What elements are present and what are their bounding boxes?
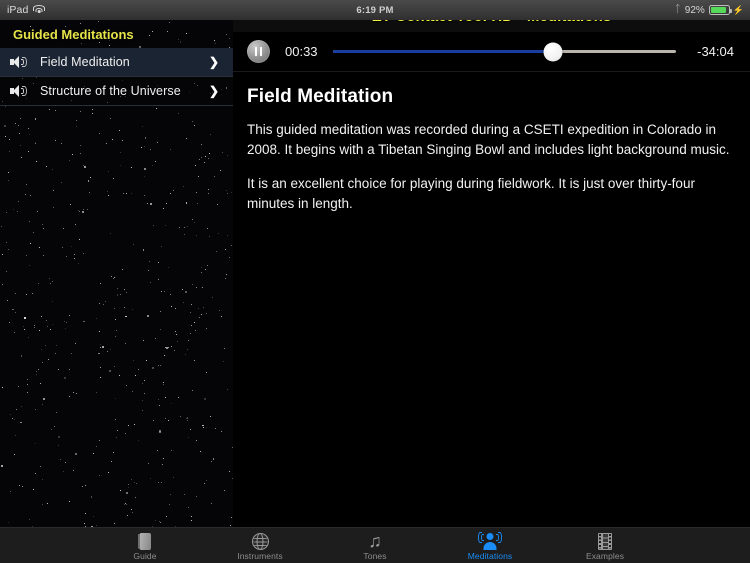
bluetooth-icon: ᛏ: [674, 4, 681, 15]
device-label: iPad: [7, 4, 29, 16]
progress-slider[interactable]: [333, 42, 676, 62]
sidebar: Guided Meditations Field Meditation ❯ St…: [0, 20, 233, 527]
battery-icon: [708, 5, 732, 15]
status-bar-clock: 6:19 PM: [356, 4, 394, 16]
meditation-list: Field Meditation ❯ Structure of the Univ…: [0, 48, 233, 106]
tab-tones[interactable]: ♫ Tones: [341, 530, 409, 561]
tab-instruments[interactable]: Instruments: [226, 530, 294, 561]
tab-label: Meditations: [467, 551, 513, 561]
app-window: iPad 6:19 PM ᛏ 92% ⚡ ET Contact Tool HD …: [0, 0, 750, 563]
tab-bar: Guide Instruments ♫ Tones Meditations Ex…: [0, 527, 750, 563]
tab-label: Tones: [363, 551, 387, 561]
speaker-icon: [10, 55, 30, 70]
book-icon: [138, 530, 152, 550]
pause-button[interactable]: [247, 40, 270, 63]
progress-fill: [333, 50, 553, 53]
sidebar-header: Guided Meditations: [13, 26, 134, 42]
chevron-right-icon: ❯: [208, 84, 219, 98]
meditation-description: Field Meditation This guided meditation …: [233, 72, 750, 213]
person-sound-waves-icon: [478, 530, 502, 550]
status-bar-left: iPad: [0, 4, 200, 16]
wifi-icon: [33, 5, 46, 15]
audio-player-bar: 00:33 -34:04: [233, 32, 750, 72]
charging-bolt-icon: ⚡: [732, 4, 744, 15]
article-paragraph-1: This guided meditation was recorded duri…: [247, 122, 730, 157]
sidebar-item-structure-of-the-universe[interactable]: Structure of the Universe ❯: [0, 77, 233, 106]
globe-radar-icon: [251, 530, 269, 550]
battery-percent-label: 92%: [684, 4, 705, 16]
tab-label: Examples: [585, 551, 625, 561]
article-heading: Field Meditation: [247, 86, 394, 107]
sidebar-item-label: Structure of the Universe: [40, 84, 181, 98]
tab-guide[interactable]: Guide: [111, 530, 179, 561]
chevron-right-icon: ❯: [208, 55, 219, 69]
status-bar-right: ᛏ 92% ⚡: [550, 5, 750, 16]
progress-track[interactable]: [333, 42, 676, 61]
music-note-icon: ♫: [368, 531, 382, 551]
sidebar-item-label: Field Meditation: [40, 55, 130, 69]
tab-examples[interactable]: Examples: [571, 530, 639, 561]
tab-meditations[interactable]: Meditations: [456, 530, 524, 561]
film-strip-icon: [598, 530, 612, 550]
status-bar: iPad 6:19 PM ᛏ 92% ⚡: [0, 0, 750, 20]
content-panel: 00:33 -34:04 Field Meditation This guide…: [233, 32, 750, 527]
progress-thumb[interactable]: [543, 42, 563, 61]
article-paragraph-2: It is an excellent choice for playing du…: [247, 176, 695, 211]
speaker-icon: [10, 84, 30, 99]
tab-label: Guide: [133, 551, 157, 561]
remaining-time-label: -34:04: [697, 44, 734, 59]
sidebar-item-field-meditation[interactable]: Field Meditation ❯: [0, 48, 233, 77]
elapsed-time-label: 00:33: [285, 44, 318, 59]
tab-label: Instruments: [237, 551, 283, 561]
